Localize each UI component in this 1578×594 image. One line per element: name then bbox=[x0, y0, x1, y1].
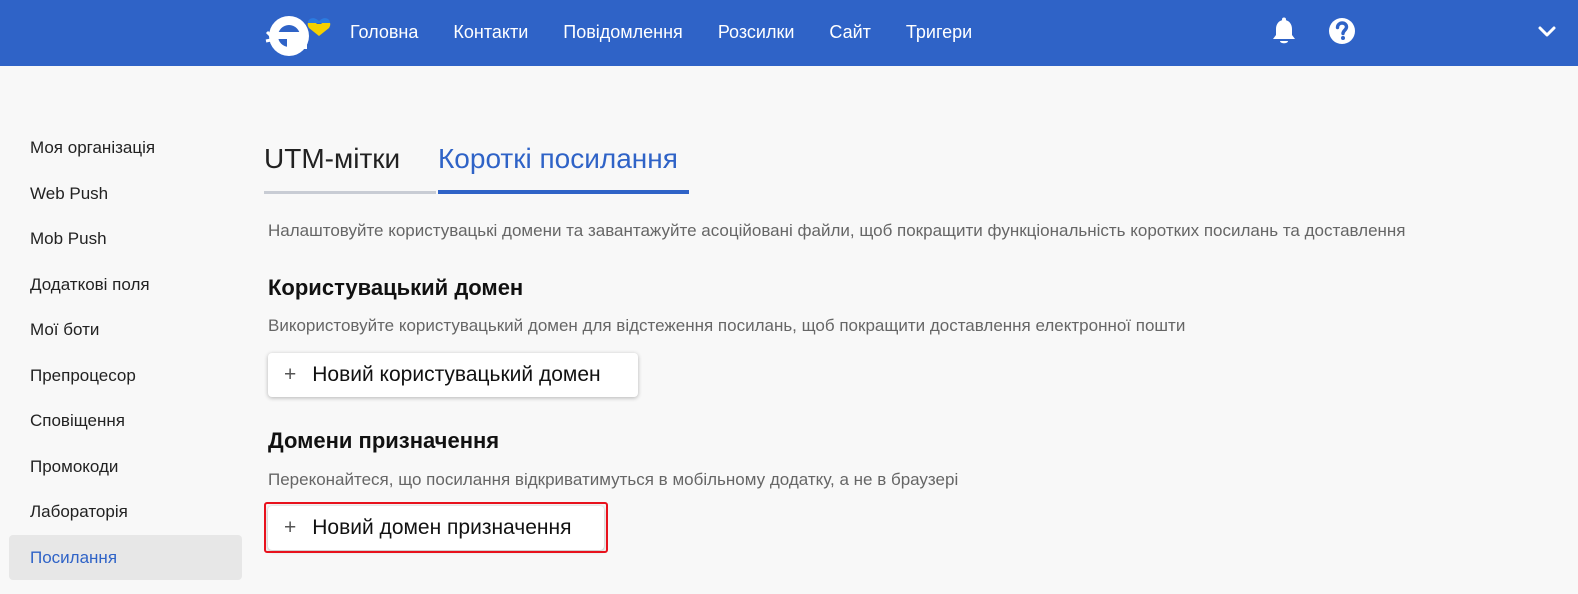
new-destination-domain-label: Новий домен призначення bbox=[312, 516, 572, 539]
plus-icon: + bbox=[284, 516, 297, 539]
custom-domain-heading: Користувацький домен bbox=[268, 275, 524, 300]
destination-domains-heading: Домени призначення bbox=[268, 428, 500, 453]
sidebar-item-laboratory[interactable]: Лабораторія bbox=[9, 489, 242, 535]
bell-icon[interactable] bbox=[1271, 17, 1297, 45]
links-tabs: UTM-мітки Короткі посилання bbox=[264, 128, 694, 194]
sidebar-item-additional-fields[interactable]: Додаткові поля bbox=[9, 262, 242, 308]
nav-site[interactable]: Сайт bbox=[829, 22, 871, 43]
logo-icon[interactable] bbox=[265, 8, 333, 58]
sidebar-item-promocodes[interactable]: Промокоди bbox=[9, 444, 242, 490]
new-destination-domain-button[interactable]: + Новий домен призначення bbox=[268, 506, 604, 550]
chevron-down-icon[interactable] bbox=[1536, 22, 1558, 42]
nav-messages[interactable]: Повідомлення bbox=[563, 22, 683, 43]
tab-utm-tags[interactable]: UTM-мітки bbox=[264, 128, 436, 194]
sidebar-item-notifications[interactable]: Сповіщення bbox=[9, 398, 242, 444]
nav-contacts[interactable]: Контакти bbox=[453, 22, 528, 43]
sidebar-item-mob-push[interactable]: Mob Push bbox=[9, 216, 242, 262]
sidebar-item-preprocessor[interactable]: Препроцесор bbox=[9, 353, 242, 399]
custom-domain-description: Використовуйте користувацький домен для … bbox=[268, 316, 1186, 335]
new-custom-domain-label: Новий користувацький домен bbox=[312, 363, 601, 386]
sidebar-item-web-push[interactable]: Web Push bbox=[9, 171, 242, 217]
settings-sidebar: Моя організація Web Push Mob Push Додатк… bbox=[9, 125, 242, 580]
sidebar-item-links[interactable]: Посилання bbox=[9, 534, 242, 580]
nav-home[interactable]: Головна bbox=[350, 22, 418, 43]
main-nav: Головна Контакти Повідомлення Розсилки С… bbox=[350, 0, 1007, 64]
tab-short-links[interactable]: Короткі посилання bbox=[438, 128, 689, 194]
nav-campaigns[interactable]: Розсилки bbox=[718, 22, 795, 43]
page-description: Налаштовуйте користувацькі домени та зав… bbox=[268, 221, 1406, 240]
sidebar-item-my-organization[interactable]: Моя організація bbox=[9, 125, 242, 171]
destination-domains-description: Переконайтеся, що посилання відкриватиму… bbox=[268, 470, 959, 489]
new-custom-domain-button[interactable]: + Новий користувацький домен bbox=[268, 353, 638, 397]
plus-icon: + bbox=[284, 363, 297, 386]
nav-triggers[interactable]: Тригери bbox=[906, 22, 972, 43]
top-bar: Головна Контакти Повідомлення Розсилки С… bbox=[0, 0, 1578, 66]
sidebar-item-my-bots[interactable]: Мої боти bbox=[9, 307, 242, 353]
help-icon[interactable] bbox=[1328, 17, 1356, 45]
